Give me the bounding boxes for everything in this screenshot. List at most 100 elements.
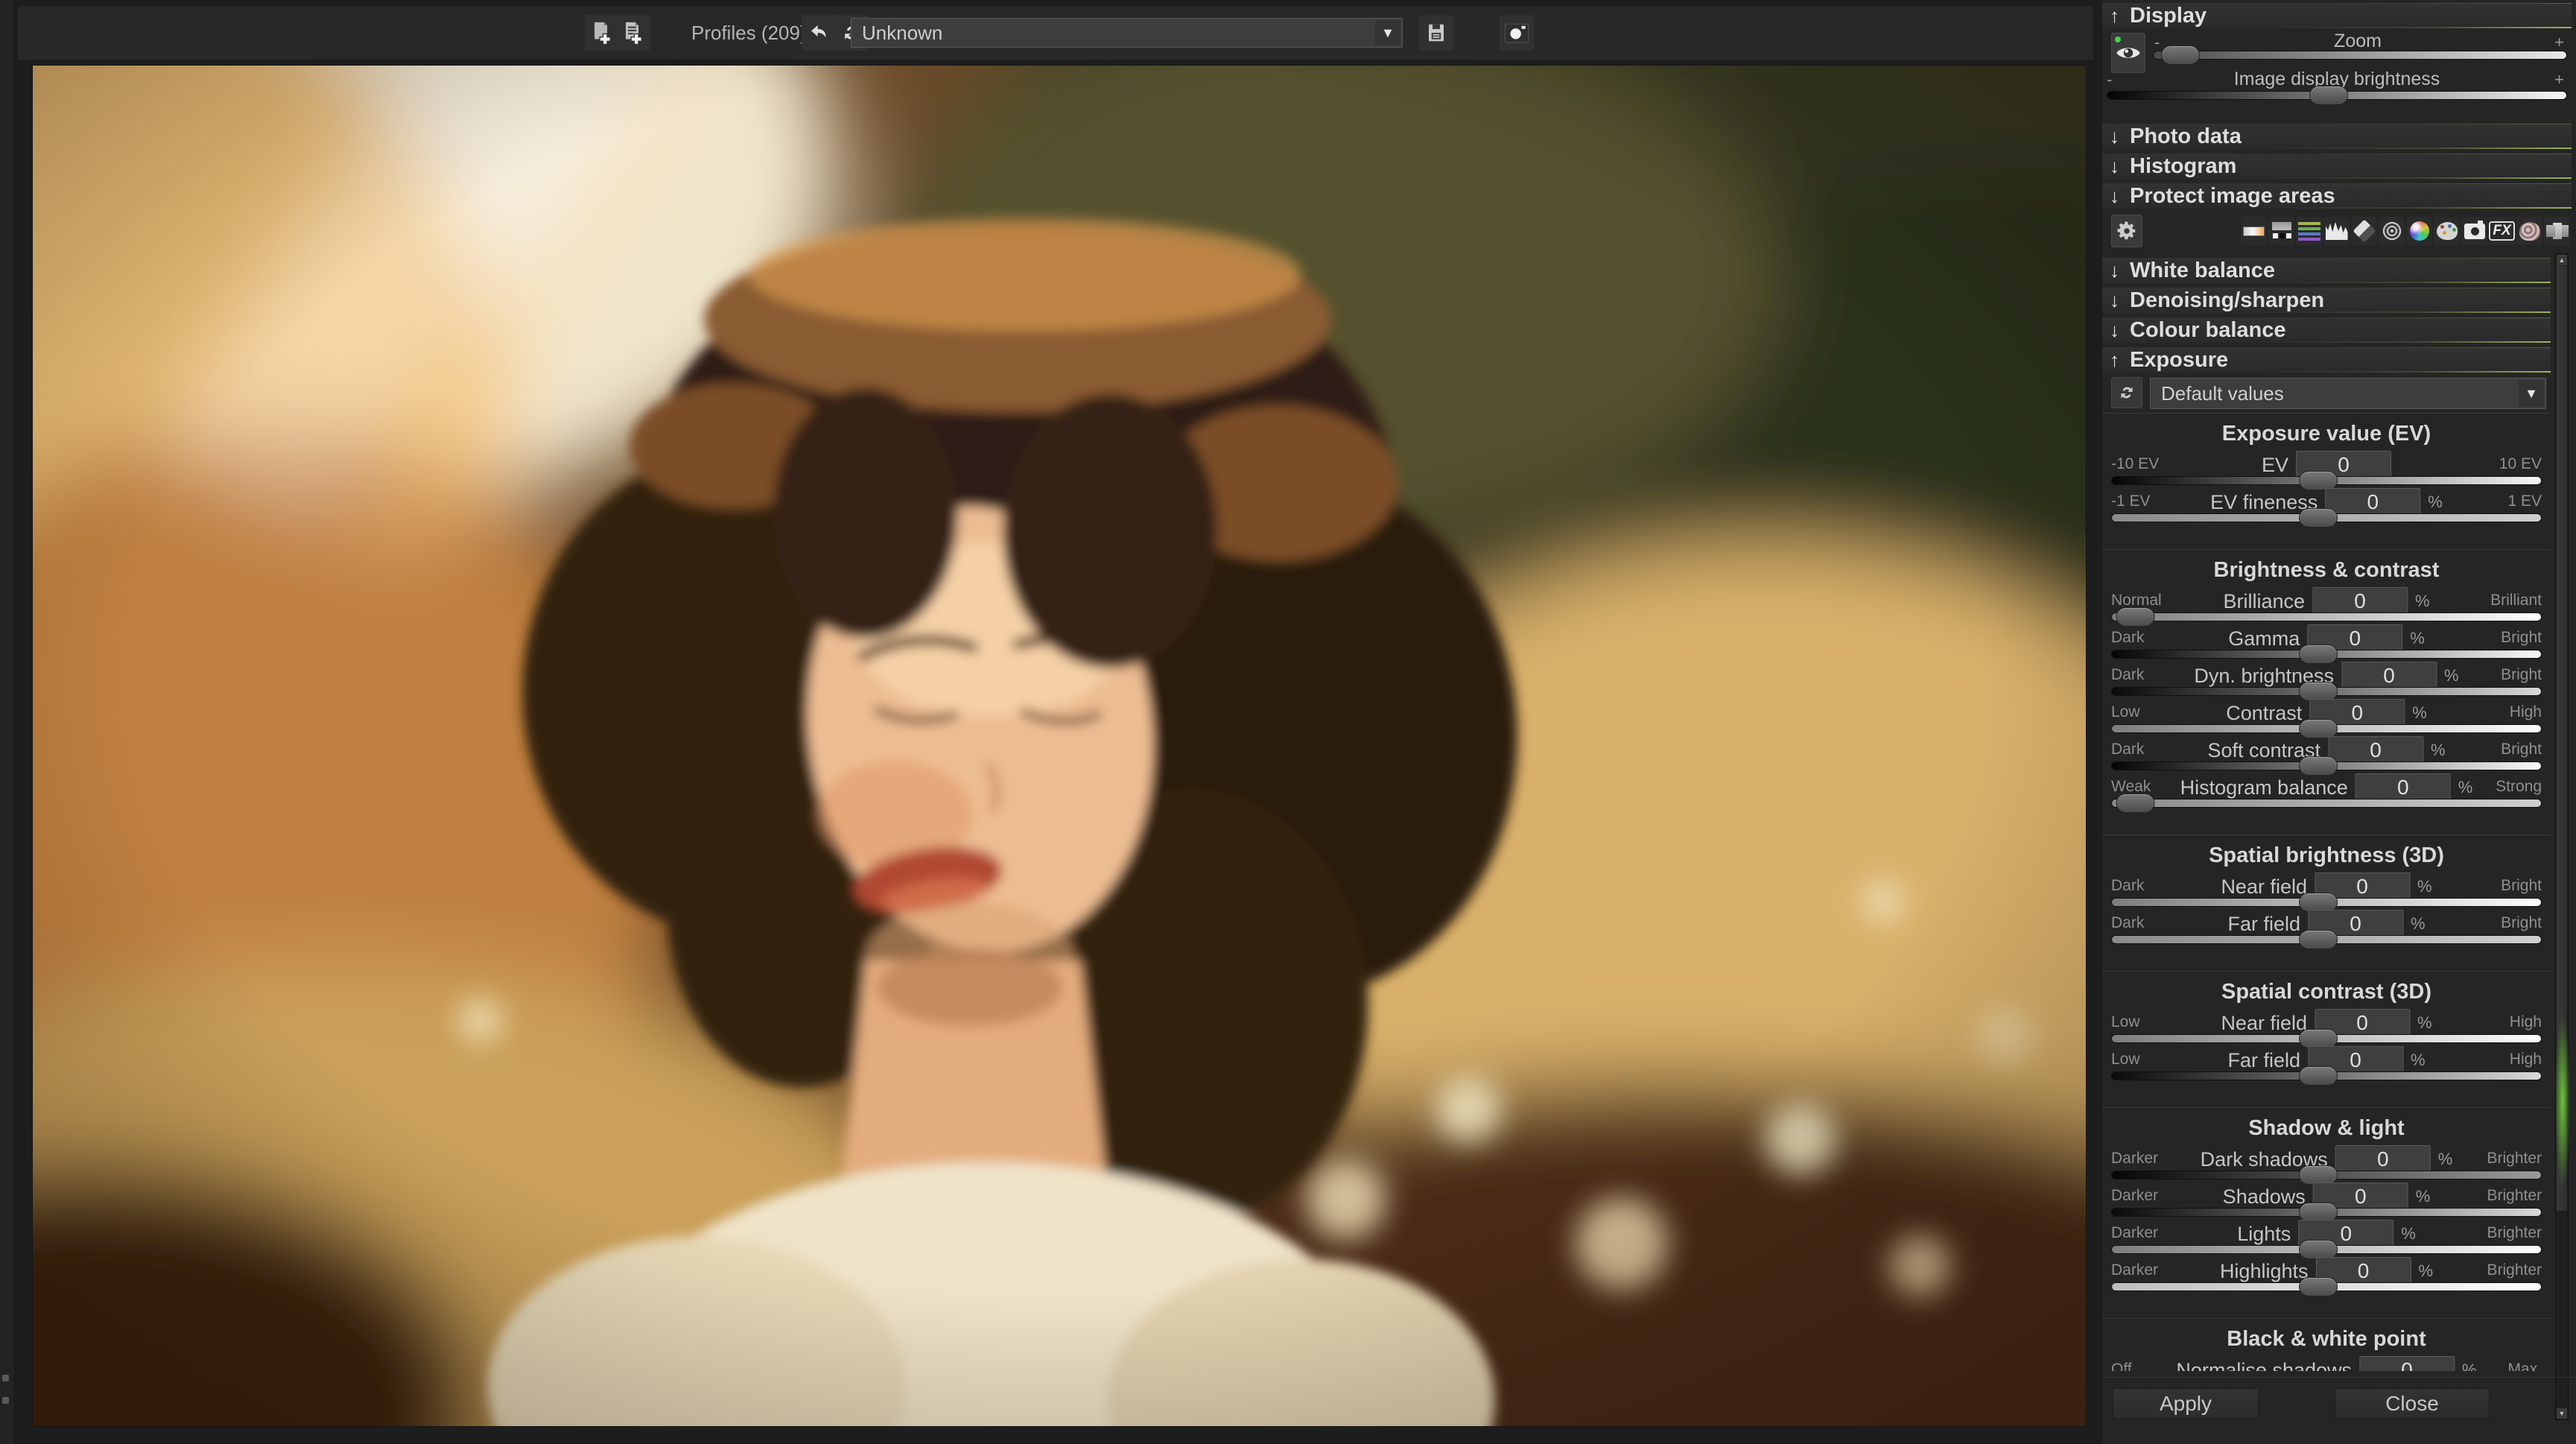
slider-row-far-field: DarkBrightFar field0% bbox=[2110, 911, 2543, 946]
display-brightness-slider-thumb[interactable] bbox=[2309, 86, 2348, 105]
section-header-exposure[interactable]: ↑Exposure bbox=[2102, 347, 2551, 373]
slider-track[interactable] bbox=[2111, 1171, 2542, 1179]
expand-arrow-icon: ↓ bbox=[2110, 185, 2119, 208]
chevron-down-icon[interactable]: ▼ bbox=[2519, 380, 2544, 407]
close-button[interactable]: Close bbox=[2335, 1388, 2490, 1419]
section-header-protect-image-areas[interactable]: ↓ Protect image areas bbox=[2102, 183, 2572, 209]
value-input[interactable]: 0 bbox=[2335, 1145, 2431, 1174]
range-min-label: Dark bbox=[2111, 741, 2144, 759]
tab-camera[interactable] bbox=[2461, 217, 2487, 245]
unit-label: % bbox=[2410, 629, 2425, 648]
value-input[interactable]: 0 bbox=[2312, 587, 2408, 615]
group-black-white-point: Black & white point OffMax.Normalise shad… bbox=[2102, 1318, 2551, 1371]
range-max-label: Bright bbox=[2501, 914, 2542, 932]
camera-icon bbox=[2464, 224, 2485, 239]
slider-thumb[interactable] bbox=[2300, 508, 2338, 528]
snapshot-button[interactable] bbox=[1500, 15, 1534, 51]
section-header-photo-data[interactable]: ↓Photo data bbox=[2102, 124, 2572, 149]
brightness-plus-label[interactable]: + bbox=[2554, 70, 2564, 89]
range-max-label: Bright bbox=[2501, 877, 2542, 895]
preview-toggle-button[interactable] bbox=[2111, 33, 2145, 73]
group-title: Spatial brightness (3D) bbox=[2110, 843, 2543, 868]
chevron-down-icon[interactable]: ▼ bbox=[1375, 20, 1400, 45]
value-input[interactable]: 0 bbox=[2359, 1356, 2455, 1371]
slider-track[interactable] bbox=[2111, 1034, 2542, 1043]
section-header-white-balance[interactable]: ↓White balance bbox=[2102, 258, 2551, 283]
section-title: Display bbox=[2130, 4, 2207, 28]
slider-track[interactable] bbox=[2111, 612, 2542, 621]
preset-row: Default values ▼ bbox=[2102, 377, 2551, 413]
panel-footer: Apply Close bbox=[2102, 1377, 2576, 1444]
slider-track[interactable] bbox=[2111, 1208, 2542, 1217]
contrast-icon bbox=[2353, 219, 2376, 242]
tab-effects[interactable]: FX bbox=[2489, 217, 2515, 245]
zoom-plus-label[interactable]: + bbox=[2554, 33, 2564, 52]
zoom-minus-label[interactable]: - bbox=[2154, 33, 2160, 52]
slider-track[interactable] bbox=[2111, 724, 2542, 733]
value-input[interactable]: 0 bbox=[2328, 736, 2423, 764]
value-input[interactable]: 0 bbox=[2341, 662, 2437, 690]
section-header-denoising-sharpen[interactable]: ↓Denoising/sharpen bbox=[2102, 288, 2551, 313]
slider-track[interactable] bbox=[2111, 1282, 2542, 1291]
group-title: Black & white point bbox=[2110, 1326, 2543, 1352]
slider-track[interactable] bbox=[2111, 935, 2542, 944]
reset-preset-button[interactable] bbox=[2111, 377, 2142, 408]
slider-row-brilliance: NormalBrilliantBrilliance0% bbox=[2110, 589, 2543, 623]
undo-button[interactable] bbox=[802, 15, 836, 51]
tab-colour-balance[interactable] bbox=[2296, 217, 2322, 245]
slider-row-ev-fineness: -1 EV1 EVEV fineness0% bbox=[2110, 490, 2543, 524]
slider-value-group: Brilliance0% bbox=[2223, 587, 2429, 615]
zoom-slider[interactable] bbox=[2153, 51, 2567, 60]
slider-thumb[interactable] bbox=[2116, 794, 2154, 813]
preset-select[interactable]: Default values ▼ bbox=[2150, 378, 2546, 409]
tab-exposure[interactable] bbox=[2323, 217, 2350, 245]
tab-lut[interactable] bbox=[2544, 217, 2570, 245]
slider-name: EV bbox=[2262, 454, 2288, 477]
slider-track[interactable] bbox=[2111, 513, 2542, 522]
tab-denoise[interactable] bbox=[2268, 217, 2294, 245]
scroll-up-arrow-icon[interactable]: ▲ bbox=[2557, 255, 2567, 265]
tab-contrast[interactable] bbox=[2351, 217, 2377, 245]
settings-button[interactable] bbox=[2111, 215, 2142, 247]
slider-track[interactable] bbox=[2111, 650, 2542, 659]
apply-button[interactable]: Apply bbox=[2113, 1388, 2259, 1419]
slider-track[interactable] bbox=[2111, 1245, 2542, 1254]
slider-thumb[interactable] bbox=[2300, 930, 2338, 949]
section-title: Protect image areas bbox=[2130, 184, 2335, 209]
slider-track[interactable] bbox=[2111, 761, 2542, 770]
slider-track[interactable] bbox=[2111, 687, 2542, 696]
tab-white-balance[interactable] bbox=[2241, 217, 2267, 245]
tab-colour-sphere[interactable] bbox=[2406, 217, 2432, 245]
new-profile-with-settings-button[interactable] bbox=[616, 15, 650, 51]
collapse-arrow-icon: ↑ bbox=[2110, 4, 2119, 28]
slider-track[interactable] bbox=[2111, 476, 2542, 485]
section-header-colour-balance[interactable]: ↓Colour balance bbox=[2102, 317, 2551, 343]
profile-select[interactable]: Unknown ▼ bbox=[851, 18, 1403, 48]
value-input[interactable]: 0 bbox=[2355, 773, 2451, 802]
panel-scrollbar[interactable]: ▲ ▼ bbox=[2555, 253, 2569, 1420]
tab-palette[interactable] bbox=[2434, 217, 2460, 245]
image-preview-canvas[interactable] bbox=[33, 66, 2086, 1426]
new-profile-icon bbox=[589, 20, 615, 45]
slider-row-normalise-shadows: OffMax.Normalise shadows0% bbox=[2110, 1358, 2543, 1371]
section-header-display[interactable]: ↑ Display bbox=[2102, 3, 2572, 28]
tab-texture[interactable] bbox=[2379, 217, 2405, 245]
display-brightness-slider[interactable] bbox=[2107, 91, 2567, 100]
new-profile-button[interactable] bbox=[585, 15, 619, 51]
brightness-minus-label[interactable]: - bbox=[2107, 70, 2112, 89]
slider-track[interactable] bbox=[2111, 799, 2542, 808]
range-min-label: Dark bbox=[2111, 914, 2144, 932]
tab-ai[interactable] bbox=[2516, 217, 2542, 245]
section-header-histogram[interactable]: ↓Histogram bbox=[2102, 153, 2572, 179]
slider-thumb[interactable] bbox=[2300, 1277, 2338, 1296]
range-min-label: Dark bbox=[2111, 666, 2144, 684]
slider-thumb[interactable] bbox=[2300, 1066, 2338, 1086]
value-input[interactable]: 0 bbox=[2325, 488, 2420, 516]
expand-arrow-icon: ↓ bbox=[2110, 155, 2119, 178]
slider-name: Gamma bbox=[2228, 627, 2300, 650]
slider-thumb[interactable] bbox=[2116, 607, 2154, 627]
save-profile-button[interactable] bbox=[1419, 15, 1453, 51]
slider-track[interactable] bbox=[2111, 1071, 2542, 1080]
zoom-slider-thumb[interactable] bbox=[2161, 45, 2200, 65]
slider-track[interactable] bbox=[2111, 898, 2542, 907]
